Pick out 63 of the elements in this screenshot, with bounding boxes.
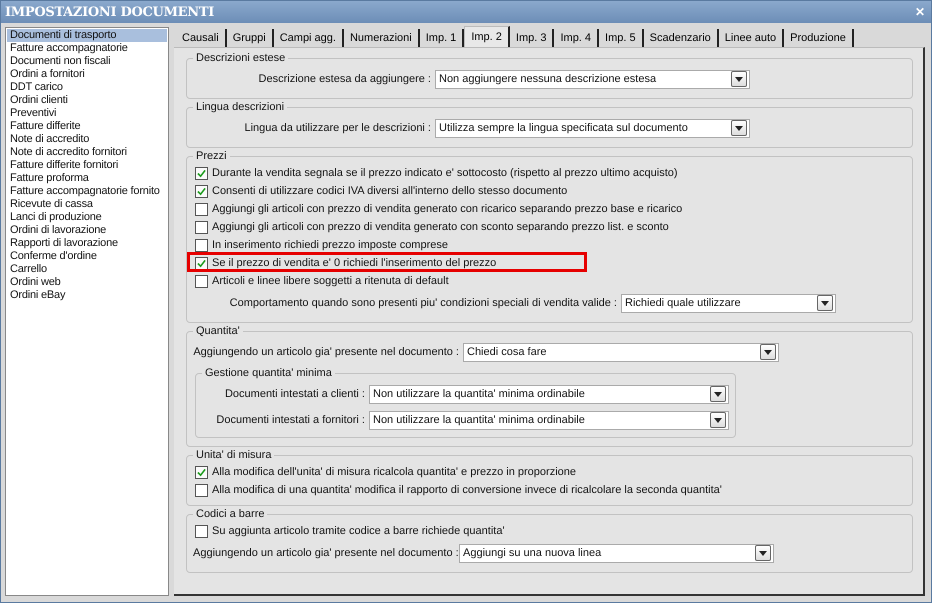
list-item[interactable]: DDT carico xyxy=(7,81,167,94)
list-item[interactable]: Fatture accompagnatorie xyxy=(7,42,167,55)
checkbox[interactable] xyxy=(195,256,208,270)
checkbox-label: Aggiungi gli articoli con prezzo di vendita generato con ricarico separando prezzo base e ricarico xyxy=(212,203,682,215)
group-title: Lingua descrizioni xyxy=(195,101,286,113)
checkbox-label: Alla modifica di una quantita' modifica il rapporto di conversione invece di ricalcolare la seconda quantita' xyxy=(212,484,722,496)
checkbox[interactable] xyxy=(195,166,208,180)
checkbox[interactable] xyxy=(195,184,208,198)
checkbox[interactable] xyxy=(195,202,208,216)
list-item[interactable]: Fatture differite fornitori xyxy=(7,159,167,172)
checkbox-label: Articoli e linee libere soggetti a ritenuta di default xyxy=(212,275,449,287)
list-item[interactable]: Fatture proforma xyxy=(7,172,167,185)
checkbox[interactable] xyxy=(195,238,208,252)
field-label: Lingua da utilizzare per le descrizioni : xyxy=(244,122,431,134)
group-title: Codici a barre xyxy=(195,508,266,520)
list-item[interactable]: Preventivi xyxy=(7,107,167,120)
group-title: Quantita' xyxy=(195,325,241,337)
checkbox-label: Se il prezzo di vendita e' 0 richiedi l'inserimento del prezzo xyxy=(212,257,496,269)
field-label: Comportamento quando sono presenti piu' condizioni speciali di vendita valide : xyxy=(228,297,617,309)
checkbox[interactable] xyxy=(195,220,208,234)
dropdown[interactable]: Non aggiungere nessuna descrizione estesa xyxy=(435,70,750,88)
field-label: Descrizione estesa da aggiungere : xyxy=(258,73,431,85)
list-item[interactable]: Ordini clienti xyxy=(7,94,167,107)
group-title: Prezzi xyxy=(195,150,228,162)
dropdown[interactable]: Chiedi cosa fare xyxy=(463,342,779,362)
list-item[interactable]: Ricevute di cassa xyxy=(7,198,167,211)
checkbox-label: Aggiungi gli articoli con prezzo di vendita generato con sconto separando prezzo list. e sconto xyxy=(212,221,669,233)
checkbox-label: Consenti di utilizzare codici IVA diversi all'interno dello stesso documento xyxy=(212,185,568,197)
checkbox-label: Su aggiunta articolo tramite codice a barre richiede quantita' xyxy=(212,525,505,537)
list-item[interactable]: Documenti di trasporto xyxy=(7,29,167,42)
list-item[interactable]: Documenti non fiscali xyxy=(7,55,167,68)
field-label: Documenti intestati a clienti : xyxy=(224,388,365,400)
field-label: Aggiungendo un articolo gia' presente nel documento : xyxy=(193,346,459,358)
list-item[interactable]: Ordini web xyxy=(7,276,167,289)
group-title: Descrizioni estese xyxy=(195,52,286,64)
list-item[interactable]: Fatture differite xyxy=(7,120,167,133)
dropdown[interactable]: Richiedi quale utilizzare xyxy=(621,294,836,312)
checkbox-label: Durante la vendita segnala se il prezzo indicato e' sottocosto (rispetto al prezzo ultimo acquisto) xyxy=(212,167,678,179)
list-item[interactable]: Conferme d'ordine xyxy=(7,250,167,263)
checkbox[interactable] xyxy=(195,466,208,478)
list-item[interactable]: Ordini eBay xyxy=(7,289,167,302)
dropdown[interactable]: Aggiungi su una nuova linea xyxy=(459,544,774,562)
tab[interactable]: Imp. 2 xyxy=(464,26,510,47)
dropdown[interactable]: Utilizza sempre la lingua specificata sul documento xyxy=(435,118,750,138)
group-title: Gestione quantita' minima xyxy=(204,367,333,379)
list-item[interactable]: Ordini a fornitori xyxy=(7,68,167,81)
dropdown[interactable]: Non utilizzare la quantita' minima ordinabile xyxy=(369,410,729,430)
checkbox[interactable] xyxy=(195,484,208,496)
checkbox[interactable] xyxy=(195,524,208,538)
checkbox[interactable] xyxy=(195,274,208,288)
list-item[interactable]: Fatture accompagnatorie fornito xyxy=(7,185,167,198)
window-title: IMPOSTAZIONI DOCUMENTI xyxy=(5,4,214,20)
list-item[interactable]: Carrello xyxy=(7,263,167,276)
dropdown[interactable]: Non utilizzare la quantita' minima ordinabile xyxy=(369,384,729,404)
checkbox-label: Alla modifica dell'unita' di misura ricalcola quantita' e prezzo in proporzione xyxy=(212,466,576,478)
list-item[interactable]: Lanci di produzione xyxy=(7,211,167,224)
checkbox-label: In inserimento richiedi prezzo imposte comprese xyxy=(212,239,448,251)
list-item[interactable]: Ordini di lavorazione xyxy=(7,224,167,237)
list-item[interactable]: Note di accredito xyxy=(7,133,167,146)
group-title: Unita' di misura xyxy=(195,449,272,461)
field-label: Documenti intestati a fornitori : xyxy=(215,414,365,426)
list-item[interactable]: Note di accredito fornitori xyxy=(7,146,167,159)
list-item[interactable]: Rapporti di lavorazione xyxy=(7,237,167,250)
